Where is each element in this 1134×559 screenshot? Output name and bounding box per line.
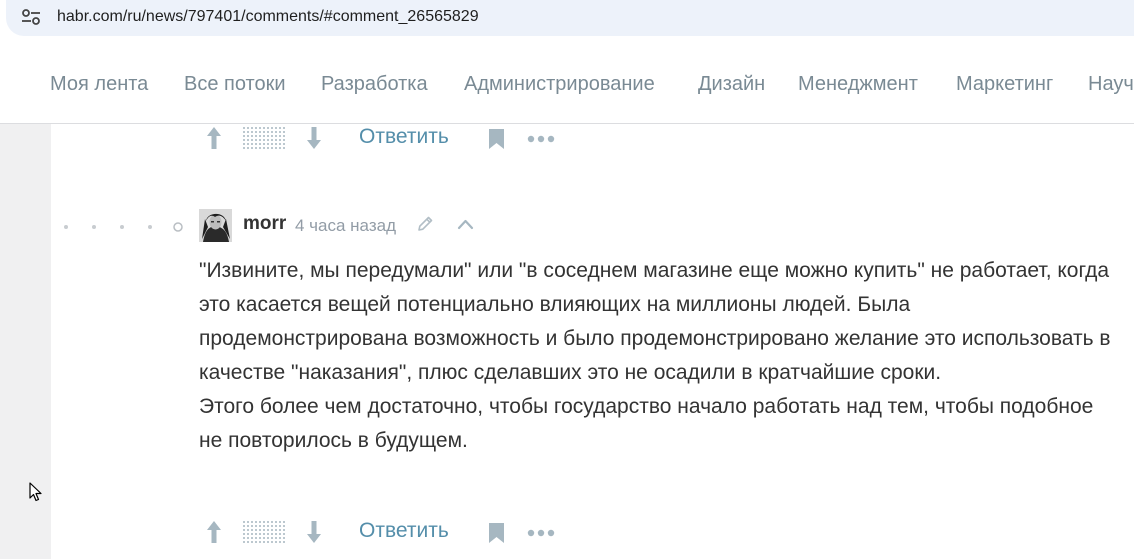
avatar-image	[199, 209, 232, 242]
browser-address-bar: habr.com/ru/news/797401/comments/#commen…	[0, 0, 1134, 45]
comment-paragraph: "Извините, мы передумали" или "в соседне…	[199, 259, 1111, 384]
more-icon[interactable]	[527, 135, 555, 143]
comment-actions: Ответить	[51, 518, 555, 548]
omnibox[interactable]: habr.com/ru/news/797401/comments/#commen…	[6, 0, 1134, 36]
arrow-down-icon[interactable]	[306, 520, 322, 544]
comments-section: Ответить morr 4 часа назад "Извините, мы…	[51, 124, 1134, 559]
tune-icon[interactable]	[22, 9, 40, 25]
arrow-down-icon[interactable]	[306, 126, 322, 150]
comment-body: "Извините, мы передумали" или "в соседне…	[199, 254, 1119, 458]
chevron-up-icon[interactable]	[457, 218, 474, 230]
reply-link[interactable]: Ответить	[359, 124, 449, 150]
thread-depth-indicator	[64, 222, 183, 232]
mouse-cursor-icon	[29, 482, 42, 502]
comment-paragraph: Этого более чем достаточно, чтобы госуда…	[199, 395, 1094, 452]
score-hidden-icon	[243, 127, 287, 149]
score-hidden-icon	[243, 521, 287, 543]
nav-item-my-feed[interactable]: Моя лента	[50, 72, 148, 96]
arrow-up-icon[interactable]	[206, 126, 222, 150]
bookmark-icon[interactable]	[488, 128, 505, 150]
pencil-icon	[418, 216, 433, 231]
nav-item-development[interactable]: Разработка	[321, 72, 428, 96]
bookmark-icon[interactable]	[488, 522, 505, 544]
more-icon[interactable]	[527, 529, 555, 537]
comment-author[interactable]: morr	[243, 213, 286, 235]
nav-item-science[interactable]: Науч	[1088, 72, 1134, 96]
comment-timestamp[interactable]: 4 часа назад	[295, 216, 396, 236]
nav-item-administration[interactable]: Администрирование	[464, 72, 655, 96]
nav-item-management[interactable]: Менеджмент	[798, 72, 918, 96]
comment-actions-previous: Ответить	[51, 124, 555, 154]
nav-item-all-streams[interactable]: Все потоки	[184, 72, 286, 96]
nav-item-design[interactable]: Дизайн	[698, 72, 765, 96]
url-text[interactable]: habr.com/ru/news/797401/comments/#commen…	[57, 7, 479, 27]
avatar[interactable]	[199, 209, 232, 242]
reply-link[interactable]: Ответить	[359, 518, 449, 544]
site-nav: Моя лента Все потоки Разработка Админист…	[0, 45, 1134, 124]
nav-item-marketing[interactable]: Маркетинг	[956, 72, 1053, 96]
arrow-up-icon[interactable]	[206, 520, 222, 544]
